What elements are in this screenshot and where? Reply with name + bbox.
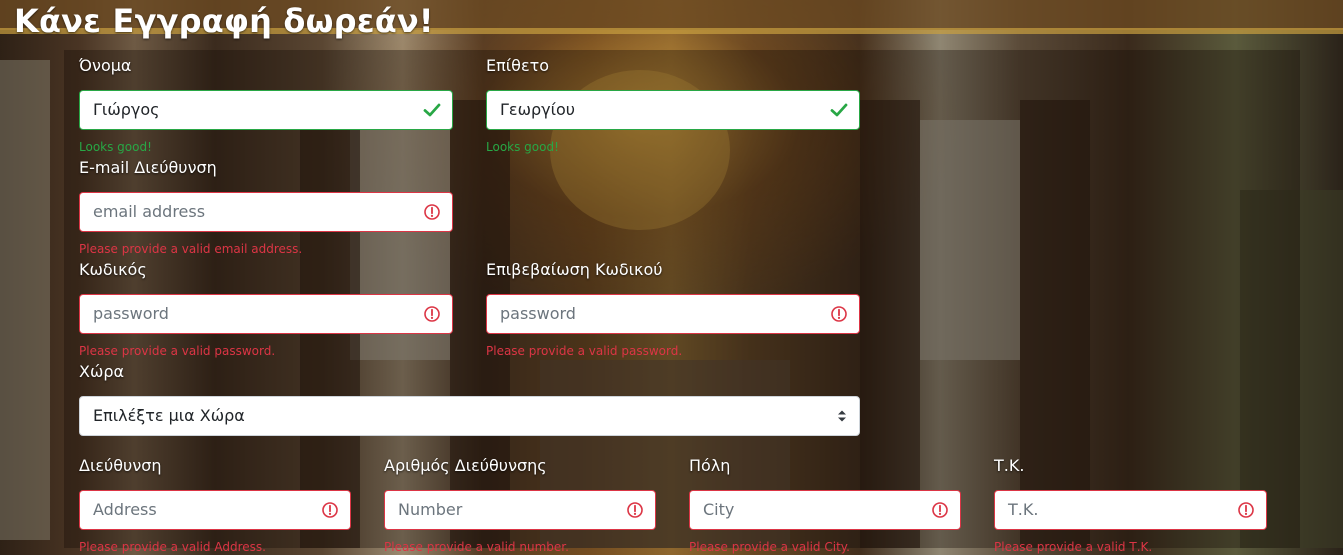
zip-placeholder: Τ.Κ. (1008, 500, 1039, 519)
address-label: Διεύθυνση (79, 456, 162, 475)
confirm-password-label: Επιβεβαίωση Κωδικού (486, 260, 663, 279)
email-input[interactable]: email address (79, 192, 453, 232)
country-selected-value: Επιλέξτε μια Χώρα (93, 406, 245, 425)
confirm-password-placeholder: password (500, 304, 576, 323)
zip-feedback: Please provide a valid Τ.Κ. (994, 540, 1153, 554)
check-icon (423, 103, 441, 117)
confirm-password-input[interactable]: password (486, 294, 860, 334)
first-name-field: Όνομα Γιώργος Looks good! (79, 54, 453, 155)
number-placeholder: Number (398, 500, 463, 519)
first-name-input[interactable]: Γιώργος (79, 90, 453, 130)
zip-input[interactable]: Τ.Κ. (994, 490, 1267, 530)
last-name-input[interactable]: Γεωργίου (486, 90, 860, 130)
alert-circle-icon (627, 502, 643, 518)
address-feedback: Please provide a valid Address. (79, 540, 266, 554)
last-name-label: Επίθετο (486, 56, 550, 75)
country-select[interactable]: Επιλέξτε μια Χώρα (79, 396, 860, 436)
zip-field: Τ.Κ. Τ.Κ. Please provide a valid Τ.Κ. (994, 454, 1267, 555)
alert-circle-icon (322, 502, 338, 518)
email-feedback: Please provide a valid email address. (79, 242, 303, 256)
first-name-label: Όνομα (79, 56, 132, 75)
address-field: Διεύθυνση Address Please provide a valid… (79, 454, 351, 555)
select-arrows-icon (838, 410, 846, 422)
password-feedback: Please provide a valid password. (79, 344, 276, 358)
first-name-feedback: Looks good! (79, 140, 152, 154)
first-name-value: Γιώργος (93, 100, 160, 119)
number-feedback: Please provide a valid number. (384, 540, 569, 554)
city-field: Πόλη City Please provide a valid City. (689, 454, 961, 555)
address-placeholder: Address (93, 500, 157, 519)
alert-circle-icon (1238, 502, 1254, 518)
password-input[interactable]: password (79, 294, 453, 334)
last-name-value: Γεωργίου (500, 100, 576, 119)
confirm-password-field: Επιβεβαίωση Κωδικού password Please prov… (486, 258, 860, 359)
city-input[interactable]: City (689, 490, 961, 530)
number-label: Αριθμός Διεύθυνσης (384, 456, 547, 475)
country-label: Χώρα (79, 362, 125, 381)
password-placeholder: password (93, 304, 169, 323)
alert-circle-icon (831, 306, 847, 322)
city-feedback: Please provide a valid City. (689, 540, 850, 554)
email-placeholder: email address (93, 202, 206, 221)
city-placeholder: City (703, 500, 735, 519)
alert-circle-icon (932, 502, 948, 518)
email-field: E-mail Διεύθυνση email address Please pr… (79, 156, 453, 257)
country-field: Χώρα Επιλέξτε μια Χώρα (79, 360, 860, 436)
password-label: Κωδικός (79, 260, 147, 279)
number-field: Αριθμός Διεύθυνσης Number Please provide… (384, 454, 656, 555)
alert-circle-icon (424, 306, 440, 322)
city-label: Πόλη (689, 456, 731, 475)
last-name-feedback: Looks good! (486, 140, 559, 154)
check-icon (830, 103, 848, 117)
page-title: Κάνε Εγγραφή δωρεάν! (14, 2, 434, 40)
number-input[interactable]: Number (384, 490, 656, 530)
zip-label: Τ.Κ. (994, 456, 1025, 475)
confirm-password-feedback: Please provide a valid password. (486, 344, 683, 358)
last-name-field: Επίθετο Γεωργίου Looks good! (486, 54, 860, 155)
alert-circle-icon (424, 204, 440, 220)
address-input[interactable]: Address (79, 490, 351, 530)
email-label: E-mail Διεύθυνση (79, 158, 217, 177)
password-field: Κωδικός password Please provide a valid … (79, 258, 453, 359)
